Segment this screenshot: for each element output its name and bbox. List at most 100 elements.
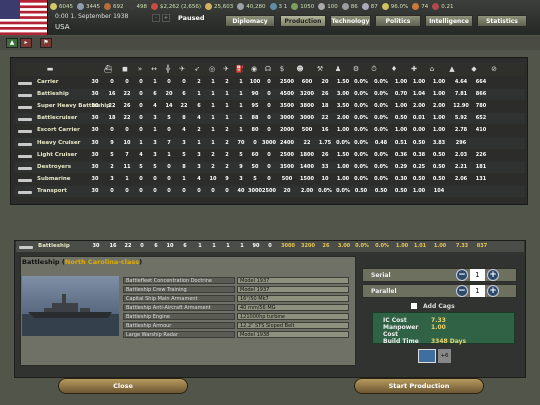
table-row[interactable]: Transport 30 0 0 0 0 0 0 0 0 0 40 3000 2500 20 2.00 0.0%… — [15, 185, 525, 197]
convoy-mode-button[interactable]: ▸ — [20, 38, 32, 48]
table-cell: 0.0% — [374, 151, 388, 158]
table-cell: 0.0% — [336, 187, 350, 194]
table-cell: 26 — [321, 91, 329, 98]
spec-label: Battleship Engine — [123, 312, 235, 320]
range-icon: ↔ — [151, 65, 157, 73]
organization-icon: ✚ — [411, 65, 417, 73]
supplies-icon — [151, 3, 158, 10]
tab-production[interactable]: Production — [280, 15, 326, 27]
table-row[interactable]: Submarine 30 3 1 0 0 0 1 4 10 9 3 5 0 500 1500 10 1.00 0.0… — [15, 174, 525, 185]
spec-row[interactable]: Large Warship Radar Model 1938 — [123, 330, 353, 338]
unit-class-name: Submarine — [37, 175, 71, 182]
table-row[interactable]: Light Cruiser 30 5 7 4 3 1 5 3 2 2 5 60 0 2500 1800 26 1.… — [15, 150, 525, 161]
resource-4: $2,262 (2,656) — [151, 3, 201, 10]
ship-unit-icon[interactable] — [418, 349, 436, 363]
spec-row[interactable]: Capital Ship Main Armament 16"/50 Mk7 — [123, 294, 353, 302]
table-cell: 0.00 — [412, 127, 426, 134]
table-cell: 3800 — [300, 103, 314, 110]
spec-row[interactable]: Battlefleet Concentration Doctrine Model … — [123, 276, 353, 284]
tab-statistics[interactable]: Statistics — [477, 15, 527, 27]
table-cell: 3.50 — [336, 103, 350, 110]
serial-value[interactable]: 1 — [470, 269, 485, 281]
add-cags-label: Add Cags — [423, 302, 455, 310]
gun-icon: ╬ — [165, 65, 171, 73]
table-cell: 0.0% — [374, 163, 388, 170]
speed-icon: » — [137, 65, 143, 73]
parallel-value[interactable]: 1 — [470, 285, 485, 297]
table-cell: 0.0% — [375, 243, 389, 249]
serial-increase-button[interactable]: + — [487, 269, 499, 281]
table-cell: 26 — [321, 151, 329, 158]
tab-intelligence[interactable]: Intelligence — [425, 15, 473, 27]
table-cell: 0.50 — [432, 151, 446, 158]
add-cags-checkbox[interactable] — [410, 302, 418, 310]
table-row[interactable]: Battleship 30 16 22 0 6 20 6 1 1 1 1 90 0 4500 3200 26 3.… — [15, 89, 525, 101]
table-cell: 0.50 — [432, 175, 446, 182]
resource-value: $2,262 (2,656) — [160, 3, 202, 10]
table-cell: 500 — [281, 175, 293, 182]
spec-value[interactable]: 40 mm/56 MG — [237, 303, 349, 311]
spec-row[interactable]: Battleship Crew Training Model 1937 — [123, 285, 353, 293]
production-mode-button[interactable]: ▲ — [6, 38, 18, 48]
spec-value[interactable]: 121000hp turbine — [237, 312, 349, 320]
money-icon — [205, 3, 213, 10]
spec-value[interactable]: Model 1937 — [237, 276, 349, 284]
speed-up-button[interactable]: + — [162, 14, 170, 22]
table-row[interactable]: Destroyers 30 2 11 5 5 0 8 3 2 2 9 50 0 3500 1400 33 1.00… — [15, 161, 525, 173]
table-cell: 0.0% — [374, 79, 388, 85]
table-row[interactable]: Carrier 30 0 0 0 1 0 0 2 1 2 1 100 0 2500 600 20 1.50 0.0%… — [15, 77, 525, 88]
resource-value: 86 — [350, 3, 358, 10]
table-row[interactable]: Battleship 30 16 22 0 6 10 6 1 1 1 1 90 0 3000 3200 26 3.… — [16, 241, 524, 252]
spec-value[interactable]: 16"/50 Mk7 — [237, 294, 349, 302]
parallel-increase-button[interactable]: + — [487, 285, 499, 297]
escorts-icon — [291, 3, 299, 10]
time-icon: ⏱ — [371, 65, 377, 73]
table-row[interactable]: Super Heavy Battleship 30 22 26 0 4 14 22 6 1 1 1 95… — [15, 101, 525, 112]
table-row[interactable]: Escort Carrier 30 0 0 0 1 0 4 2 1 2 1 80 0 2000 500 16 1.… — [15, 125, 525, 136]
table-cell: 3200 — [300, 91, 314, 98]
air-icon: ✈ — [223, 65, 229, 73]
tab-politics[interactable]: Politics — [375, 15, 421, 27]
table-cell: 20 — [283, 187, 291, 194]
table-cell: 7.81 — [454, 91, 468, 98]
table-cell: 1.50 — [336, 79, 350, 85]
table-row[interactable]: Battlecruiser 30 18 22 0 3 5 8 4 1 1 1 88 0 3000 3000 22… — [15, 113, 525, 125]
table-cell: 2.03 — [454, 151, 468, 158]
speed-down-button[interactable]: - — [152, 14, 160, 22]
unit-count: +6 — [438, 349, 451, 363]
usa-flag[interactable] — [0, 0, 48, 35]
paused-label[interactable]: Paused — [178, 14, 205, 22]
metal-icon — [77, 3, 84, 10]
start-production-button[interactable]: Start Production — [354, 378, 484, 394]
upkeep-icon: ⌂ — [429, 65, 435, 73]
spec-row[interactable]: Battleship Anti-Aircraft Armament 40 mm/5… — [123, 303, 353, 311]
table-cell: 1.50 — [336, 151, 350, 158]
cost-summary: IC Cost 7.33 Manpower Cost 1.00 Build Time… — [372, 312, 515, 345]
spec-row[interactable]: Battleship Armour 12.2" STS Sloped Belt — [123, 321, 353, 329]
unit-class-name: Heavy Cruiser — [37, 139, 81, 146]
table-cell: 500 — [301, 127, 313, 134]
tab-technology[interactable]: Technology — [330, 15, 371, 27]
table-row[interactable]: Heavy Cruiser 30 9 10 1 3 7 3 1 1 2 70 0 3000 2400 22 1.… — [15, 137, 525, 149]
ship-silhouette-icon — [15, 138, 35, 149]
spec-value[interactable]: Model 1937 — [237, 285, 349, 293]
war-icon — [432, 3, 440, 10]
table-cell: 0 — [268, 243, 272, 249]
upgrade-mode-button[interactable]: ⚑ — [40, 38, 52, 48]
spec-value[interactable]: Model 1938 — [237, 330, 349, 338]
dollar-icon: $ — [279, 65, 285, 73]
table-cell: 3.00 — [337, 243, 351, 249]
parallel-decrease-button[interactable]: − — [456, 285, 468, 297]
resource-10: 86 — [341, 3, 358, 10]
add-cags-toggle[interactable]: Add Cags — [410, 302, 455, 310]
spec-row[interactable]: Battleship Engine 121000hp turbine — [123, 312, 353, 320]
build-time-value: 3348 Days — [431, 338, 467, 345]
table-cell: 4.64 — [454, 79, 468, 85]
close-button[interactable]: Close — [58, 378, 188, 394]
table-cell: 1.00 — [432, 79, 446, 85]
spec-value[interactable]: 12.2" STS Sloped Belt — [237, 321, 349, 329]
ship-silhouette-icon — [15, 77, 35, 88]
tab-diplomacy[interactable]: Diplomacy — [225, 15, 275, 27]
serial-decrease-button[interactable]: − — [456, 269, 468, 281]
table-cell: 2000 — [280, 127, 294, 134]
